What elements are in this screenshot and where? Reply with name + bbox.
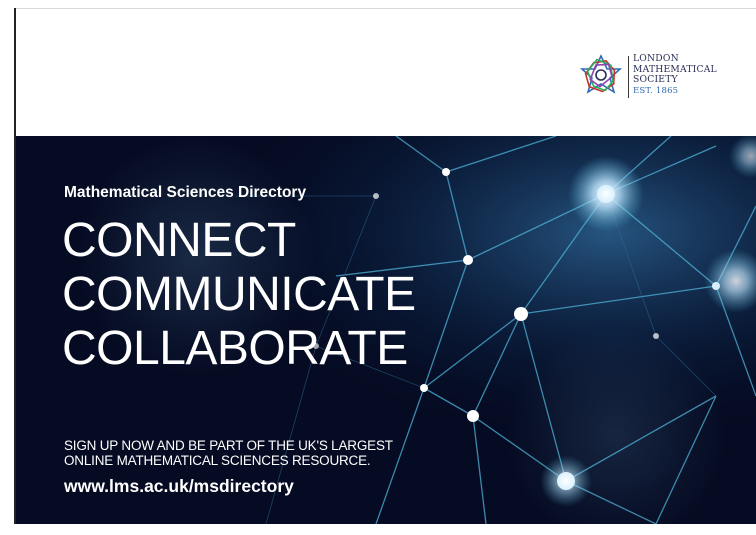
directory-url-link[interactable]: www.lms.ac.uk/msdirectory	[64, 476, 294, 497]
lms-star-icon	[579, 54, 623, 94]
logo-line-3: SOCIETY	[633, 74, 678, 85]
signup-text: SIGN UP NOW AND BE PART OF THE UK'S LARG…	[64, 438, 393, 468]
headline-line-collaborate: COLLABORATE	[62, 322, 408, 375]
headline-line-communicate: COMMUNICATE	[62, 268, 416, 321]
logo-divider	[628, 56, 629, 98]
flyer-page: LONDON MATHEMATICAL SOCIETY EST. 1865 Ma…	[0, 0, 756, 535]
directory-subtitle: Mathematical Sciences Directory	[64, 184, 307, 201]
logo-line-1: LONDON	[633, 53, 679, 64]
lms-wordmark: LONDON MATHEMATICAL SOCIETY EST. 1865	[633, 53, 717, 96]
logo-established: EST. 1865	[633, 85, 679, 96]
signup-line-1: SIGN UP NOW AND BE PART OF THE UK'S LARG…	[64, 438, 393, 453]
headline-line-connect: CONNECT	[62, 214, 296, 267]
banner-panel: Mathematical Sciences Directory CONNECT …	[16, 136, 756, 524]
top-border	[15, 8, 756, 9]
headline: CONNECT COMMUNICATE COLLABORATE	[62, 214, 416, 376]
lms-logo: LONDON MATHEMATICAL SOCIETY EST. 1865	[578, 52, 748, 104]
signup-line-2: ONLINE MATHEMATICAL SCIENCES RESOURCE.	[64, 453, 371, 468]
